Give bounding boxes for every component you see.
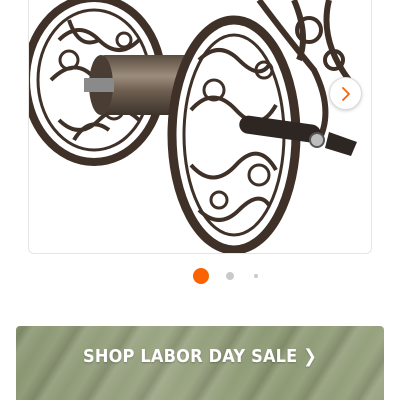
product-image-card[interactable] [28,0,372,254]
carousel-pagination [0,266,400,286]
carousel-dot-active[interactable] [193,268,209,284]
carousel-dot[interactable] [254,274,258,278]
labor-day-sale-banner[interactable]: SHOP LABOR DAY SALE ❯ [16,326,384,400]
next-image-button[interactable] [329,77,362,110]
banner-label: SHOP LABOR DAY SALE ❯ [83,345,317,367]
product-image [29,0,357,253]
chevron-right-icon [341,86,350,101]
carousel-dot[interactable] [226,272,234,280]
